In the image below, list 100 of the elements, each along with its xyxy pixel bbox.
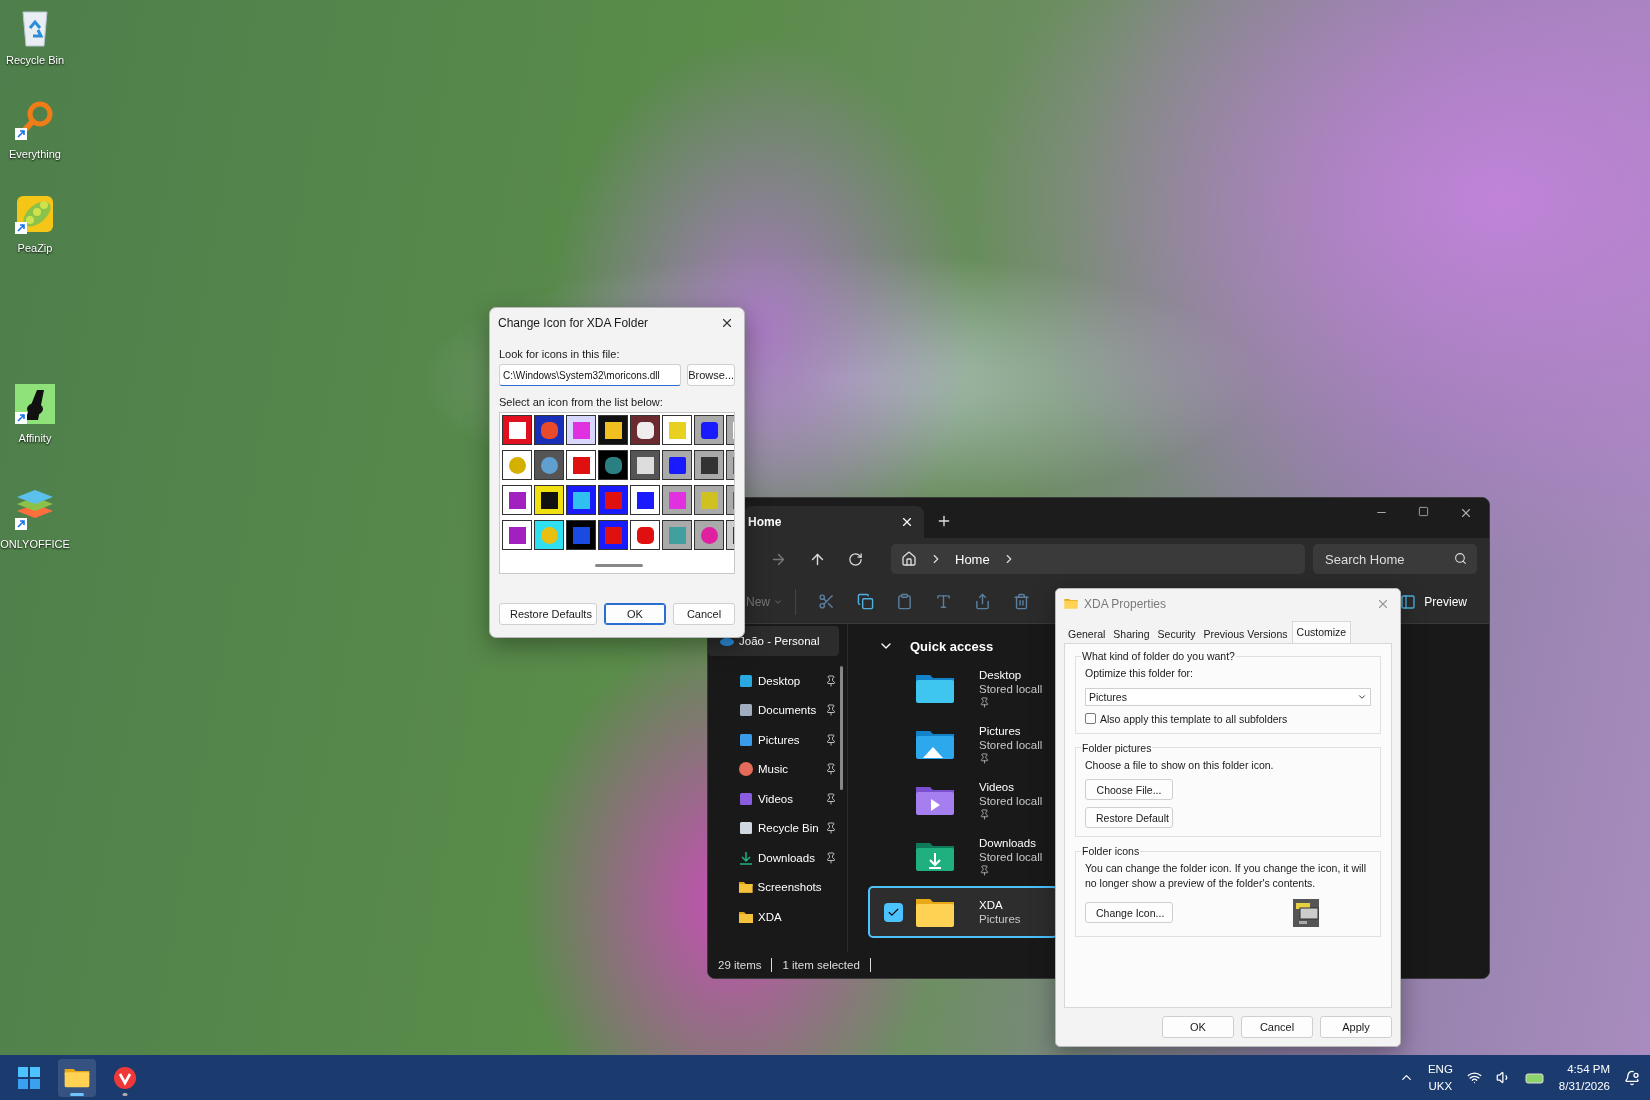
dialog-button[interactable]: OK: [1162, 1016, 1234, 1038]
dialog-tab[interactable]: General: [1064, 623, 1110, 643]
sidebar-item[interactable]: Pictures: [708, 725, 847, 755]
browse-button[interactable]: Browse...: [687, 364, 735, 386]
folder-name: XDA: [979, 899, 1004, 911]
folder-tile[interactable]: XDA Pictures: [868, 886, 1058, 938]
browser-icon: [114, 1066, 136, 1089]
program-icon[interactable]: [502, 485, 532, 515]
program-icon[interactable]: [534, 485, 564, 515]
dialog-button[interactable]: Restore Default: [1085, 807, 1173, 829]
folder-detail: Stored locall: [979, 682, 1043, 695]
desktop-icon-label[interactable]: Everything: [9, 148, 61, 160]
address-bar[interactable]: Home: [891, 544, 1305, 574]
group-title: What kind of folder do you want?: [1081, 650, 1236, 662]
status-text: 1 item selected: [782, 959, 860, 971]
subfolders-checkbox[interactable]: Also apply this template to all subfolders: [1085, 712, 1371, 725]
dialog-tab[interactable]: Previous Versions: [1199, 623, 1292, 643]
sidebar-item[interactable]: Videos: [708, 784, 847, 814]
dialog-button[interactable]: Apply: [1320, 1016, 1392, 1038]
dialog-button[interactable]: Cancel: [1241, 1016, 1313, 1038]
section-title: Quick access: [910, 638, 994, 654]
search-field[interactable]: Search Home: [1313, 544, 1477, 574]
dialog-tab[interactable]: Security: [1153, 623, 1200, 643]
refresh-icon[interactable]: [848, 551, 863, 567]
pin-icon: [825, 792, 837, 805]
taskbar-app-button[interactable]: [58, 1058, 96, 1097]
language-indicator[interactable]: ENG UKX: [1427, 1061, 1453, 1094]
affinity-app-icon[interactable]: [13, 382, 57, 426]
folder-tile[interactable]: Videos Stored locall: [868, 774, 1058, 826]
scrollbar-thumb[interactable]: [595, 564, 643, 567]
maximize-icon[interactable]: [1418, 506, 1429, 517]
dialog-button[interactable]: Choose File...: [1085, 779, 1173, 801]
program-icon[interactable]: [534, 520, 564, 550]
program-icon[interactable]: [598, 415, 628, 445]
program-icon[interactable]: [566, 485, 596, 515]
music-icon: [738, 761, 754, 778]
program-icon[interactable]: [630, 415, 660, 445]
breadcrumb-item[interactable]: Home: [955, 551, 990, 567]
paste-icon[interactable]: [896, 593, 913, 610]
folder-tile[interactable]: Pictures Stored locall: [868, 718, 1058, 770]
dialog-button[interactable]: Restore Defaults: [499, 603, 597, 625]
folder-detail: Stored locall: [979, 850, 1043, 863]
close-icon[interactable]: [1459, 506, 1473, 520]
program-icon[interactable]: [630, 485, 660, 515]
file-path-field[interactable]: C:\Windows\System32\moricons.dll: [499, 364, 682, 386]
videos-folder-icon: [915, 784, 955, 816]
notification-icon[interactable]: [1624, 1069, 1640, 1086]
sidebar-item[interactable]: Documents: [708, 695, 847, 725]
folder-type-dropdown[interactable]: Pictures: [1085, 687, 1371, 706]
program-icon[interactable]: [566, 450, 596, 480]
folder-detail: Stored locall: [979, 738, 1043, 751]
folder-name: Desktop: [979, 668, 1023, 681]
program-icon[interactable]: [694, 485, 724, 515]
cut-icon[interactable]: [818, 593, 835, 610]
clock[interactable]: 4:54 PM 8/31/2026: [1558, 1061, 1610, 1094]
program-icon[interactable]: [662, 415, 692, 445]
pictures-icon: [738, 731, 754, 748]
folder-folder-icon: [1064, 598, 1078, 610]
desktop-icon-label[interactable]: Affinity: [18, 432, 52, 444]
close-tab-icon[interactable]: [900, 515, 914, 529]
share-icon[interactable]: [974, 593, 991, 610]
desktop-icon-label[interactable]: PeaZip: [17, 242, 53, 254]
selection-checkbox[interactable]: [884, 902, 903, 922]
sidebar-item[interactable]: Recycle Bin: [708, 813, 847, 843]
desktop-icon-label[interactable]: ONLYOFFICE: [0, 538, 70, 550]
program-icon[interactable]: [630, 520, 660, 550]
rename-icon[interactable]: [935, 593, 952, 610]
folder-name: Videos: [979, 780, 1015, 793]
delete-icon[interactable]: [1013, 593, 1030, 610]
pin-icon: [825, 822, 837, 835]
group-title: Folder pictures: [1081, 741, 1153, 754]
program-icon[interactable]: [502, 520, 532, 550]
new-tab-icon[interactable]: [936, 513, 952, 529]
desktop-icon-label[interactable]: Recycle Bin: [5, 54, 65, 66]
battery-icon[interactable]: [1524, 1071, 1545, 1084]
sidebar-item[interactable]: XDA: [708, 902, 847, 932]
program-icon[interactable]: [566, 415, 596, 445]
window-tab[interactable]: Home: [744, 506, 924, 538]
sidebar-item[interactable]: Screenshots: [708, 872, 847, 902]
downloads-folder-icon: [915, 840, 955, 872]
pin-icon: [825, 733, 837, 746]
program-icon[interactable]: [502, 415, 532, 445]
list-label: Select an icon from the list below:: [499, 396, 664, 408]
dialog-button[interactable]: Cancel: [673, 603, 735, 625]
dialog-tab[interactable]: Customize: [1291, 621, 1352, 643]
folder-tile[interactable]: Downloads Stored locall: [868, 830, 1058, 882]
program-icon[interactable]: [502, 450, 532, 480]
folder-tile[interactable]: Desktop Stored locall: [868, 662, 1058, 714]
dialog-button[interactable]: OK: [604, 603, 666, 625]
sidebar-item[interactable]: Downloads: [708, 843, 847, 873]
preview-pane-icon: [1400, 593, 1417, 610]
program-icon[interactable]: [630, 450, 660, 480]
wifi-icon[interactable]: [1466, 1070, 1482, 1085]
copy-icon[interactable]: [857, 593, 874, 610]
sidebar-item[interactable]: Desktop: [708, 666, 847, 696]
change-icon-button[interactable]: Change Icon...: [1085, 902, 1173, 924]
sidebar-item[interactable]: Music: [708, 754, 847, 784]
scrollbar-thumb[interactable]: [840, 666, 843, 790]
pictures-folder-icon: [915, 728, 955, 760]
dialog-tab[interactable]: Sharing: [1109, 623, 1154, 643]
